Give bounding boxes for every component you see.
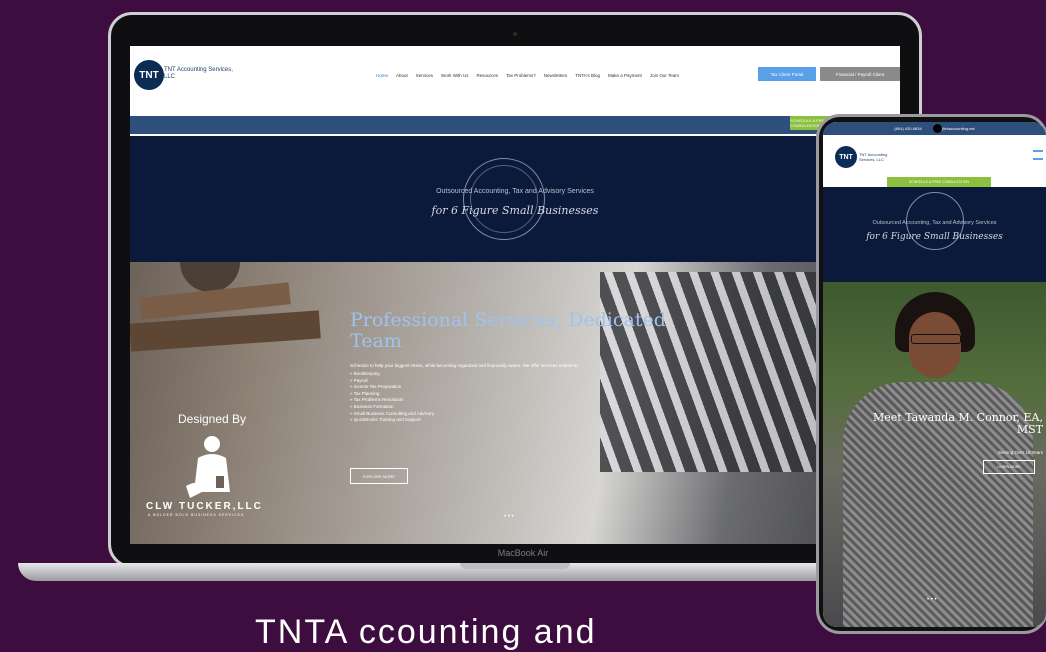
mobile-consultation-button[interactable]: SCHEDULE A FREE CONSULTATION bbox=[887, 177, 991, 187]
phone-camera bbox=[933, 124, 942, 133]
slider-dots[interactable]: • • • bbox=[504, 514, 514, 520]
meet-owner-title: Meet Tawanda M. Connor, EA, MST bbox=[873, 411, 1043, 436]
clw-tucker-logo bbox=[186, 436, 230, 498]
laptop-screen: TNT TNT Accounting Services, LLC Home Ab… bbox=[130, 46, 900, 544]
list-item: » QuickBooks Training and Support bbox=[350, 417, 421, 423]
list-item: » Bookkeeping bbox=[350, 371, 380, 376]
hero-title: Professional Services, Dedicated Team bbox=[350, 309, 666, 352]
tax-client-portal-button[interactable]: Tax Client Portal bbox=[758, 67, 816, 81]
hero-subtext: Schedule to help your biggest stress, wh… bbox=[350, 363, 579, 368]
nav-item-join-team[interactable]: Join Our Team bbox=[650, 73, 679, 78]
clw-tucker-tagline: A BOLDER BOLD BUSINESS SERVICES bbox=[148, 513, 245, 517]
top-bar bbox=[130, 116, 900, 134]
nav-item-services[interactable]: Services bbox=[416, 73, 433, 78]
laptop-notch bbox=[460, 563, 570, 569]
nav-item-home[interactable]: Home bbox=[376, 73, 388, 78]
designed-by-label: Designed By bbox=[178, 412, 247, 426]
list-item: » Tax Planning bbox=[350, 390, 380, 396]
hamburger-menu-icon[interactable] bbox=[1033, 150, 1043, 160]
main-nav: Home About Services Work With Us Resourc… bbox=[376, 73, 679, 78]
nav-item-work-with-us[interactable]: Work With Us bbox=[441, 73, 468, 78]
list-item: » Business Formation bbox=[350, 403, 394, 409]
banner-ring-inner bbox=[470, 165, 538, 233]
nav-item-tax-problems[interactable]: Tax Problems? bbox=[506, 73, 536, 78]
list-item: » Payroll bbox=[350, 377, 368, 383]
site-logo[interactable]: TNT bbox=[134, 60, 164, 90]
list-item: » Tax Problems Resolution bbox=[350, 397, 404, 403]
serving-years-text: Serving Over 15 Years bbox=[997, 450, 1043, 455]
phone-number[interactable]: (804) 420-9834 bbox=[894, 126, 921, 131]
site-logo-text: TNT Accounting Services, LLC bbox=[164, 67, 233, 80]
banner-tagline: Outsourced Accounting, Tax and Advisory … bbox=[436, 188, 594, 195]
bottom-caption: TNTA ccounting and bbox=[255, 613, 597, 651]
list-item: » Small Business Consulting and Advisory bbox=[350, 410, 435, 416]
list-item: » Income Tax Preparation bbox=[350, 384, 402, 390]
owner-photo: Meet Tawanda M. Connor, EA, MST Serving … bbox=[823, 282, 1046, 627]
person-face bbox=[909, 312, 961, 378]
nav-item-resources[interactable]: Resources bbox=[476, 73, 498, 78]
learn-more-button[interactable]: LEARN MORE bbox=[983, 460, 1035, 474]
mobile-slider-dots[interactable]: • • • bbox=[927, 597, 937, 603]
mobile-banner-script: for 6 Figure Small Businesses bbox=[866, 232, 1003, 242]
hero-section: Professional Services, Dedicated Team Sc… bbox=[130, 262, 900, 544]
laptop-camera bbox=[513, 32, 517, 36]
glasses-icon bbox=[911, 334, 961, 344]
explore-more-button[interactable]: EXPLORE MORE bbox=[350, 468, 408, 484]
banner-script: for 6 Figure Small Businesses bbox=[431, 204, 599, 217]
phone-screen: (804) 420-9834 info@tntaccounting.net TN… bbox=[823, 122, 1046, 627]
nav-item-blog[interactable]: TNTA's Blog bbox=[575, 73, 600, 78]
mobile-logo[interactable]: TNT bbox=[835, 146, 857, 168]
site-header: TNT TNT Accounting Services, LLC Home Ab… bbox=[130, 46, 900, 106]
nav-item-newsletters[interactable]: Newsletters bbox=[544, 73, 568, 78]
nav-item-about[interactable]: About bbox=[396, 73, 408, 78]
clw-tucker-name: CLW TUCKER,LLC bbox=[146, 501, 263, 512]
services-list: » Bookkeeping » Payroll » Income Tax Pre… bbox=[350, 371, 434, 424]
mobile-logo-text: TNT Accounting Services, LLC bbox=[859, 152, 888, 162]
payroll-client-button[interactable]: Financial / Payroll Client bbox=[820, 67, 900, 81]
mobile-banner-tagline: Outsourced Accounting, Tax and Advisory … bbox=[872, 220, 997, 226]
nav-item-make-payment[interactable]: Make a Payment bbox=[608, 73, 642, 78]
